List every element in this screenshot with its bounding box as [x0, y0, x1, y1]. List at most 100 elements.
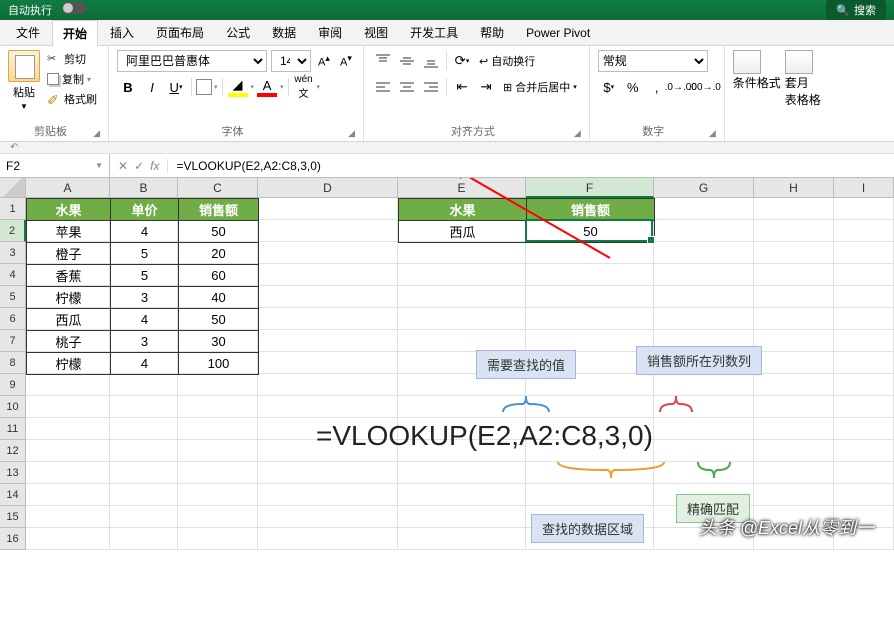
spreadsheet-grid[interactable]: ABCDEFGHI 12345678910111213141516 水果单价销售… [0, 178, 894, 550]
cell-B10[interactable] [110, 396, 178, 418]
cell-C10[interactable] [178, 396, 258, 418]
cell-I10[interactable] [834, 396, 894, 418]
formula-input[interactable]: =VLOOKUP(E2,A2:C8,3,0) [168, 154, 894, 177]
align-left-button[interactable] [372, 76, 394, 98]
cell-A12[interactable] [26, 440, 110, 462]
row-header-15[interactable]: 15 [0, 506, 26, 528]
cell-H3[interactable] [754, 242, 834, 264]
cell-I7[interactable] [834, 330, 894, 352]
cell-A16[interactable] [26, 528, 110, 550]
cell-I5[interactable] [834, 286, 894, 308]
cell-G3[interactable] [654, 242, 754, 264]
cell-I4[interactable] [834, 264, 894, 286]
align-right-button[interactable] [420, 76, 442, 98]
bold-button[interactable]: B [117, 76, 139, 98]
cell-D9[interactable] [258, 374, 398, 396]
font-size-select[interactable]: 14 [271, 50, 311, 72]
cell-A14[interactable] [26, 484, 110, 506]
row-header-4[interactable]: 4 [0, 264, 26, 286]
row-header-3[interactable]: 3 [0, 242, 26, 264]
row-header-16[interactable]: 16 [0, 528, 26, 550]
cell-B9[interactable] [110, 374, 178, 396]
cell-B11[interactable] [110, 418, 178, 440]
cell-C14[interactable] [178, 484, 258, 506]
col-header-A[interactable]: A [26, 178, 110, 198]
align-middle-button[interactable] [396, 50, 418, 72]
cell-C9[interactable] [178, 374, 258, 396]
cell-F3[interactable] [526, 242, 654, 264]
tab-formulas[interactable]: 公式 [216, 20, 260, 45]
cell-E6[interactable] [398, 308, 526, 330]
col-header-F[interactable]: F [526, 178, 654, 198]
col-header-D[interactable]: D [258, 178, 398, 198]
cell-D6[interactable] [258, 308, 398, 330]
cell-I2[interactable] [834, 220, 894, 242]
align-bottom-button[interactable] [420, 50, 442, 72]
cell-B16[interactable] [110, 528, 178, 550]
row-header-1[interactable]: 1 [0, 198, 26, 220]
row-header-14[interactable]: 14 [0, 484, 26, 506]
cell-D1[interactable] [258, 198, 398, 220]
tab-help[interactable]: 帮助 [470, 20, 514, 45]
row-header-12[interactable]: 12 [0, 440, 26, 462]
cell-I13[interactable] [834, 462, 894, 484]
cell-H6[interactable] [754, 308, 834, 330]
cell-D4[interactable] [258, 264, 398, 286]
cell-H14[interactable] [754, 484, 834, 506]
cell-E3[interactable] [398, 242, 526, 264]
cell-C16[interactable] [178, 528, 258, 550]
cell-B14[interactable] [110, 484, 178, 506]
cell-I9[interactable] [834, 374, 894, 396]
cell-H5[interactable] [754, 286, 834, 308]
row-header-7[interactable]: 7 [0, 330, 26, 352]
conditional-format-button[interactable]: 条件格式 [733, 50, 781, 91]
align-center-button[interactable] [396, 76, 418, 98]
cell-F14[interactable] [526, 484, 654, 506]
cell-E5[interactable] [398, 286, 526, 308]
row-header-5[interactable]: 5 [0, 286, 26, 308]
font-name-select[interactable]: 阿里巴巴普惠体 [117, 50, 267, 72]
cell-F6[interactable] [526, 308, 654, 330]
tab-review[interactable]: 审阅 [308, 20, 352, 45]
cut-button[interactable]: ✂剪切 [44, 50, 100, 68]
cell-H2[interactable] [754, 220, 834, 242]
row-header-11[interactable]: 11 [0, 418, 26, 440]
cell-E7[interactable] [398, 330, 526, 352]
tab-file[interactable]: 文件 [6, 20, 50, 45]
fill-color-button[interactable]: ◢ [227, 76, 249, 98]
cell-E4[interactable] [398, 264, 526, 286]
orientation-button[interactable]: ⟳▾ [451, 50, 473, 72]
cell-G6[interactable] [654, 308, 754, 330]
percent-button[interactable]: % [622, 76, 644, 98]
cell-G11[interactable] [654, 418, 754, 440]
name-box[interactable]: F2▼ [0, 154, 110, 177]
cancel-formula-button[interactable]: ✕ [118, 159, 128, 173]
cell-I8[interactable] [834, 352, 894, 374]
font-color-button[interactable]: A [256, 76, 278, 98]
row-header-8[interactable]: 8 [0, 352, 26, 374]
cell-H12[interactable] [754, 440, 834, 462]
number-launcher[interactable]: ◢ [709, 128, 716, 139]
cell-D14[interactable] [258, 484, 398, 506]
cell-G1[interactable] [654, 198, 754, 220]
cell-G5[interactable] [654, 286, 754, 308]
decrease-font-button[interactable]: A▾ [337, 52, 355, 70]
cell-D8[interactable] [258, 352, 398, 374]
cell-F5[interactable] [526, 286, 654, 308]
cell-D7[interactable] [258, 330, 398, 352]
cell-D2[interactable] [258, 220, 398, 242]
cell-B13[interactable] [110, 462, 178, 484]
cell-D5[interactable] [258, 286, 398, 308]
cell-D3[interactable] [258, 242, 398, 264]
cell-H1[interactable] [754, 198, 834, 220]
tab-powerpivot[interactable]: Power Pivot [516, 22, 600, 44]
decrease-decimal-button[interactable]: .00→.0 [694, 76, 716, 98]
wrap-text-button[interactable]: ↩自动换行 [475, 51, 539, 71]
cell-A10[interactable] [26, 396, 110, 418]
tab-layout[interactable]: 页面布局 [146, 20, 214, 45]
cell-H10[interactable] [754, 396, 834, 418]
cell-H11[interactable] [754, 418, 834, 440]
cell-D10[interactable] [258, 396, 398, 418]
cell-H13[interactable] [754, 462, 834, 484]
cell-E15[interactable] [398, 506, 526, 528]
